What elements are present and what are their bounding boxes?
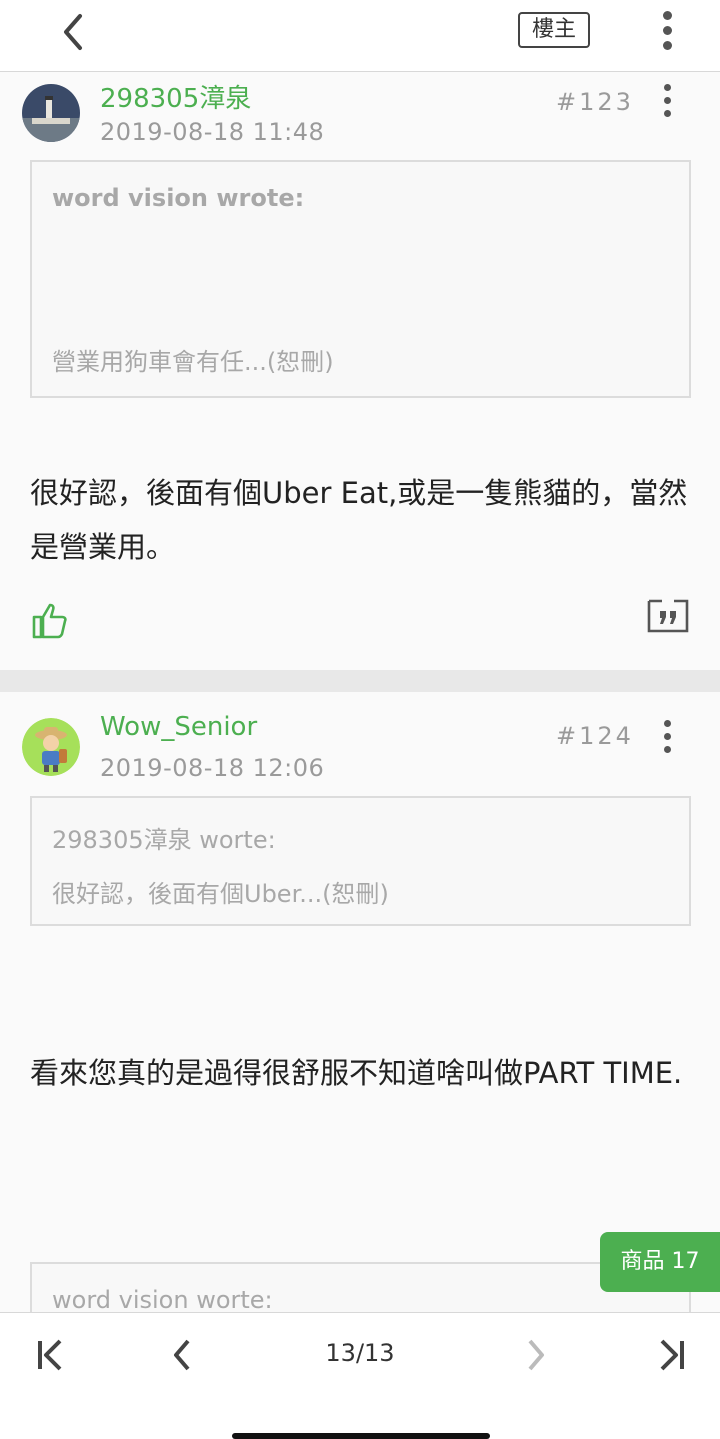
- quote-author: 298305漳泉 worte:: [52, 826, 276, 854]
- last-page-icon[interactable]: [650, 1333, 694, 1377]
- back-icon[interactable]: [52, 10, 96, 54]
- pagination-bar: 13/13: [0, 1312, 720, 1439]
- prev-page-icon[interactable]: [160, 1333, 204, 1377]
- post-divider: [0, 670, 720, 692]
- post: Wow_Senior 2019-08-18 12:06 #124 298305漳…: [0, 692, 720, 1312]
- quote-block[interactable]: 298305漳泉 worte: 很好認，後面有個Uber...(恕刪): [30, 796, 691, 926]
- quote-block[interactable]: word vision wrote: 營業用狗車會有任...(恕刪): [30, 160, 691, 398]
- quote-icon[interactable]: [646, 596, 690, 636]
- next-page-icon[interactable]: [516, 1333, 560, 1377]
- first-page-icon[interactable]: [30, 1333, 74, 1377]
- post-date: 2019-08-18 12:06: [100, 754, 325, 782]
- top-bar: 樓主: [0, 0, 720, 72]
- post-body: 很好認，後面有個Uber Eat,或是一隻熊貓的，當然是營業用。: [30, 476, 688, 564]
- post-body: 看來您真的是過得很舒服不知道啥叫做PART TIME.: [30, 1056, 683, 1090]
- more-icon[interactable]: [655, 78, 679, 122]
- post: 298305漳泉 2019-08-18 11:48 #123 word visi…: [0, 72, 720, 670]
- page-indicator: 13/13: [325, 1339, 395, 1367]
- op-filter-button[interactable]: 樓主: [518, 12, 590, 48]
- home-indicator[interactable]: [232, 1433, 490, 1439]
- more-icon[interactable]: [655, 714, 679, 758]
- product-button[interactable]: 商品 17: [600, 1232, 720, 1292]
- quote-author: word vision worte:: [52, 1286, 273, 1312]
- post-author[interactable]: 298305漳泉: [100, 78, 251, 115]
- more-icon[interactable]: [655, 8, 679, 52]
- post-author[interactable]: Wow_Senior: [100, 712, 257, 742]
- thumbs-up-icon[interactable]: [30, 600, 70, 640]
- quote-author: word vision wrote:: [52, 184, 305, 212]
- quote-block[interactable]: word vision worte:: [30, 1262, 691, 1312]
- post-floor: #124: [556, 722, 634, 750]
- avatar[interactable]: [22, 84, 80, 142]
- quote-text: 很好認，後面有個Uber...(恕刪): [52, 880, 389, 908]
- post-date: 2019-08-18 11:48: [100, 118, 325, 146]
- quote-text: 營業用狗車會有任...(恕刪): [52, 348, 334, 376]
- avatar[interactable]: [22, 718, 80, 776]
- post-floor: #123: [556, 88, 634, 116]
